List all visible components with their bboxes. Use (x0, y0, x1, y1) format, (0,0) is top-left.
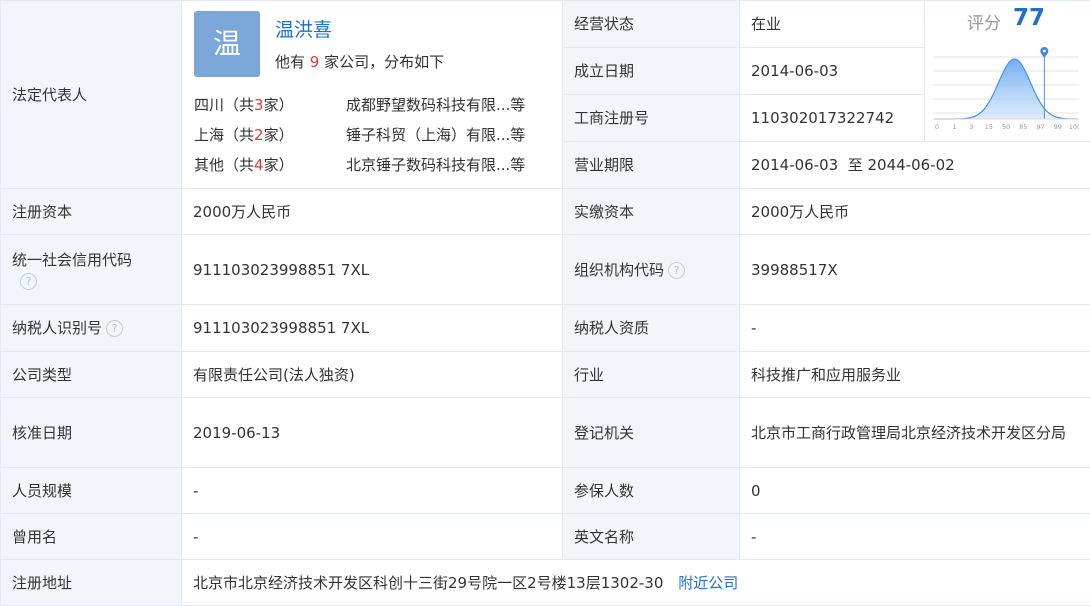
tick-label: 85 (1019, 123, 1027, 131)
tick-label: 97 (1036, 123, 1044, 131)
region-company-link[interactable]: 成都野望数码科技有限...等 (346, 96, 525, 114)
legal-rep-cell: 温 温洪喜 他有 9 家公司，分布如下 四川（共3家）成都野望数码科技有限...… (182, 1, 563, 189)
reg-capital-value: 2000万人民币 (182, 189, 563, 235)
english-name-value: - (740, 514, 1090, 560)
paid-capital-label: 实缴资本 (563, 189, 740, 235)
address-value: 北京市北京经济技术开发区科创十三街29号院一区2号楼13层1302-30 (193, 574, 663, 592)
pin-hole (1043, 50, 1046, 53)
score-label: 评分 (967, 13, 1001, 35)
taxpayer-id-value: 911103023998851 7XL (182, 305, 563, 352)
staff-size-value: - (182, 468, 563, 514)
score-pin-icon (1040, 47, 1048, 58)
taxpayer-qual-label: 纳税人资质 (563, 305, 740, 352)
former-name-value: - (182, 514, 563, 560)
help-icon[interactable]: ? (668, 262, 685, 279)
region-row-sichuan: 四川（共3家）成都野望数码科技有限...等 (194, 94, 525, 116)
period-value: 2014-06-03 至 2044-06-02 (740, 142, 1090, 189)
founded-value: 2014-06-03 (740, 48, 925, 95)
help-icon[interactable]: ? (20, 273, 37, 290)
taxpayer-id-label-cell: 纳税人识别号? (1, 305, 182, 352)
tick-label: 3 (969, 123, 973, 131)
insured-value: 0 (740, 468, 1090, 514)
score-panel[interactable]: 评分 77 (925, 1, 1090, 142)
status-label: 经营状态 (563, 1, 740, 48)
company-type-label: 公司类型 (1, 352, 182, 398)
industry-value: 科技推广和应用服务业 (740, 352, 1090, 398)
score-value: 77 (1013, 7, 1045, 29)
tick-label: 99 (1054, 123, 1062, 131)
region-label: 其他（共4家） (194, 154, 346, 176)
tick-label: 0 (935, 123, 939, 131)
paid-capital-value: 2000万人民币 (740, 189, 1090, 235)
region-company-link[interactable]: 锤子科贸（上海）有限...等 (346, 126, 525, 144)
english-name-label: 英文名称 (563, 514, 740, 560)
org-code-label: 组织机构代码 (574, 261, 664, 279)
founded-label: 成立日期 (563, 48, 740, 95)
tick-label: 15 (985, 123, 993, 131)
help-icon[interactable]: ? (106, 320, 123, 337)
credit-code-value: 911103023998851 7XL (182, 235, 563, 305)
tick-label: 50 (1002, 123, 1010, 131)
summary-prefix: 他有 (275, 53, 310, 71)
reg-capital-label: 注册资本 (1, 189, 182, 235)
score-distribution-chart: 0 1 3 15 50 85 97 99 100 (933, 47, 1079, 135)
company-count: 9 (310, 53, 320, 71)
former-name-label: 曾用名 (1, 514, 182, 560)
address-label: 注册地址 (1, 560, 182, 606)
org-code-label-cell: 组织机构代码? (563, 235, 740, 305)
legal-rep-avatar[interactable]: 温 (194, 11, 260, 77)
authority-value: 北京市工商行政管理局北京经济技术开发区分局 (740, 398, 1090, 468)
address-cell: 北京市北京经济技术开发区科创十三街29号院一区2号楼13层1302-30 附近公… (182, 560, 1090, 606)
credit-code-label-cell: 统一社会信用代码 ? (1, 235, 182, 305)
region-row-shanghai: 上海（共2家）锤子科贸（上海）有限...等 (194, 124, 525, 146)
chart-tick-labels: 0 1 3 15 50 85 97 99 100 (935, 123, 1079, 131)
pin-shape (1040, 47, 1048, 58)
org-code-value: 39988517X (740, 235, 1090, 305)
legal-rep-company-summary: 他有 9 家公司，分布如下 (275, 51, 444, 73)
company-type-value: 有限责任公司(法人独资) (182, 352, 563, 398)
tick-label: 1 (952, 123, 956, 131)
legal-rep-name-link[interactable]: 温洪喜 (275, 19, 332, 41)
summary-suffix: 家公司，分布如下 (319, 53, 444, 71)
company-info-table: 法定代表人 温 温洪喜 他有 9 家公司，分布如下 四川（共3家）成都野望数码科… (0, 0, 1090, 606)
insured-label: 参保人数 (563, 468, 740, 514)
region-company-link[interactable]: 北京锤子数码科技有限...等 (346, 156, 525, 174)
region-row-other: 其他（共4家）北京锤子数码科技有限...等 (194, 154, 525, 176)
region-label: 上海（共2家） (194, 124, 346, 146)
curve-fill-left (935, 59, 1044, 119)
reg-no-label: 工商注册号 (563, 95, 740, 142)
status-value: 在业 (740, 1, 925, 48)
approval-date-value: 2019-06-13 (182, 398, 563, 468)
authority-label: 登记机关 (563, 398, 740, 468)
reg-no-value: 110302017322742 (740, 95, 925, 142)
approval-date-label: 核准日期 (1, 398, 182, 468)
nearby-companies-link[interactable]: 附近公司 (678, 574, 738, 592)
industry-label: 行业 (563, 352, 740, 398)
legal-rep-label: 法定代表人 (1, 1, 182, 189)
taxpayer-qual-value: - (740, 305, 1090, 352)
credit-code-label: 统一社会信用代码 (12, 251, 132, 269)
staff-size-label: 人员规模 (1, 468, 182, 514)
period-label: 营业期限 (563, 142, 740, 189)
taxpayer-id-label: 纳税人识别号 (12, 319, 102, 337)
tick-label: 100 (1069, 123, 1079, 131)
region-label: 四川（共3家） (194, 94, 346, 116)
